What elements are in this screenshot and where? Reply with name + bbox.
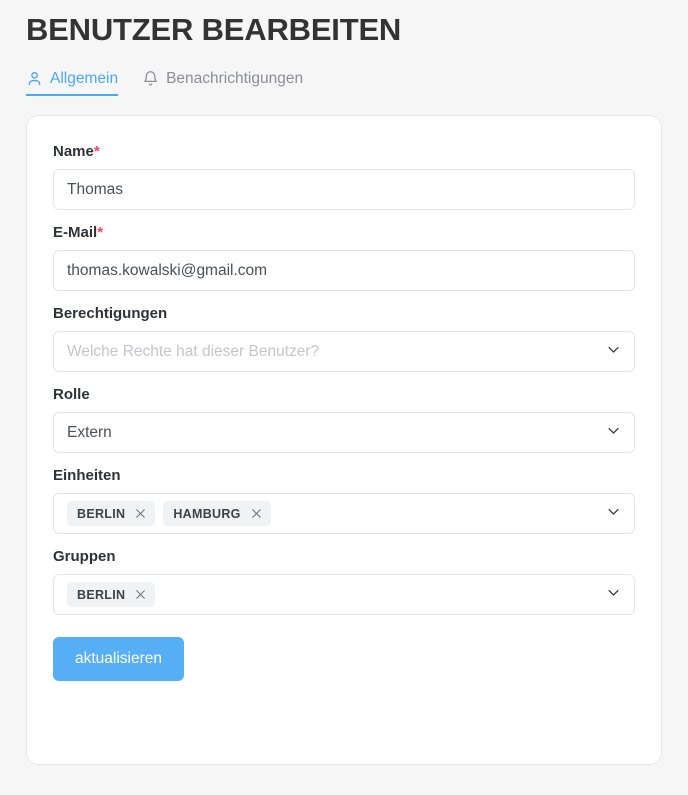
name-input-value: Thomas xyxy=(67,180,123,198)
close-icon[interactable] xyxy=(250,507,263,520)
email-input-value: thomas.kowalski@gmail.com xyxy=(67,261,268,279)
field-role-label: Rolle xyxy=(53,386,90,403)
chevron-down-icon xyxy=(606,504,621,524)
chip-label: BERLIN xyxy=(77,506,126,521)
permissions-placeholder: Welche Rechte hat dieser Benutzer? xyxy=(67,342,320,360)
field-email: E-Mail* thomas.kowalski@gmail.com xyxy=(53,224,635,291)
chip-label: BERLIN xyxy=(77,587,126,602)
field-groups: Gruppen BERLIN xyxy=(53,548,635,615)
edit-user-form: Name* Thomas E-Mail* thomas.kowalski@gma… xyxy=(27,116,661,681)
email-input[interactable]: thomas.kowalski@gmail.com xyxy=(53,250,635,291)
tab-benachrichtigungen[interactable]: Benachrichtigungen xyxy=(142,70,303,96)
field-role: Rolle Extern xyxy=(53,386,635,453)
tab-benachrichtigungen-label: Benachrichtigungen xyxy=(166,69,304,87)
field-units-label: Einheiten xyxy=(53,467,121,484)
chip: HAMBURG xyxy=(163,501,271,526)
edit-user-card: Name* Thomas E-Mail* thomas.kowalski@gma… xyxy=(26,115,662,765)
chip: BERLIN xyxy=(67,501,156,526)
units-select[interactable]: BERLIN HAMBURG xyxy=(53,493,635,534)
tab-allgemein[interactable]: Allgemein xyxy=(26,69,119,96)
chip: BERLIN xyxy=(67,582,156,607)
role-select[interactable]: Extern xyxy=(53,412,635,453)
bell-icon xyxy=(142,70,159,87)
tab-bar: Allgemein Benachrichtigungen xyxy=(26,70,303,96)
chip-label: HAMBURG xyxy=(173,506,241,521)
field-name: Name* Thomas xyxy=(53,143,635,210)
field-permissions: Berechtigungen Welche Rechte hat dieser … xyxy=(53,305,635,372)
field-email-label: E-Mail* xyxy=(53,224,635,242)
field-name-label-text: Name xyxy=(53,143,94,160)
user-icon xyxy=(26,70,43,87)
required-asterisk: * xyxy=(93,143,100,160)
submit-row: aktualisieren xyxy=(53,637,635,681)
field-groups-label: Gruppen xyxy=(53,548,116,565)
close-icon[interactable] xyxy=(134,588,147,601)
units-chip-list: BERLIN HAMBURG xyxy=(67,501,271,526)
role-select-value: Extern xyxy=(67,423,112,441)
field-email-label-text: E-Mail xyxy=(53,224,98,241)
field-permissions-label: Berechtigungen xyxy=(53,305,168,322)
permissions-select[interactable]: Welche Rechte hat dieser Benutzer? xyxy=(53,331,635,372)
required-asterisk: * xyxy=(97,224,104,241)
update-button[interactable]: aktualisieren xyxy=(53,637,185,681)
groups-chip-list: BERLIN xyxy=(67,582,156,607)
name-input[interactable]: Thomas xyxy=(53,169,635,210)
chevron-down-icon xyxy=(606,342,621,362)
chevron-down-icon xyxy=(606,423,621,443)
page-title: BENUTZER BEARBEITEN xyxy=(26,12,402,47)
close-icon[interactable] xyxy=(134,507,147,520)
tab-allgemein-label: Allgemein xyxy=(50,69,119,87)
field-units: Einheiten BERLIN HAMBURG xyxy=(53,467,635,534)
chevron-down-icon xyxy=(606,585,621,605)
groups-select[interactable]: BERLIN xyxy=(53,574,635,615)
field-name-label: Name* xyxy=(53,143,635,161)
edit-user-page: BENUTZER BEARBEITEN Allgemein Benachrich… xyxy=(0,0,688,795)
